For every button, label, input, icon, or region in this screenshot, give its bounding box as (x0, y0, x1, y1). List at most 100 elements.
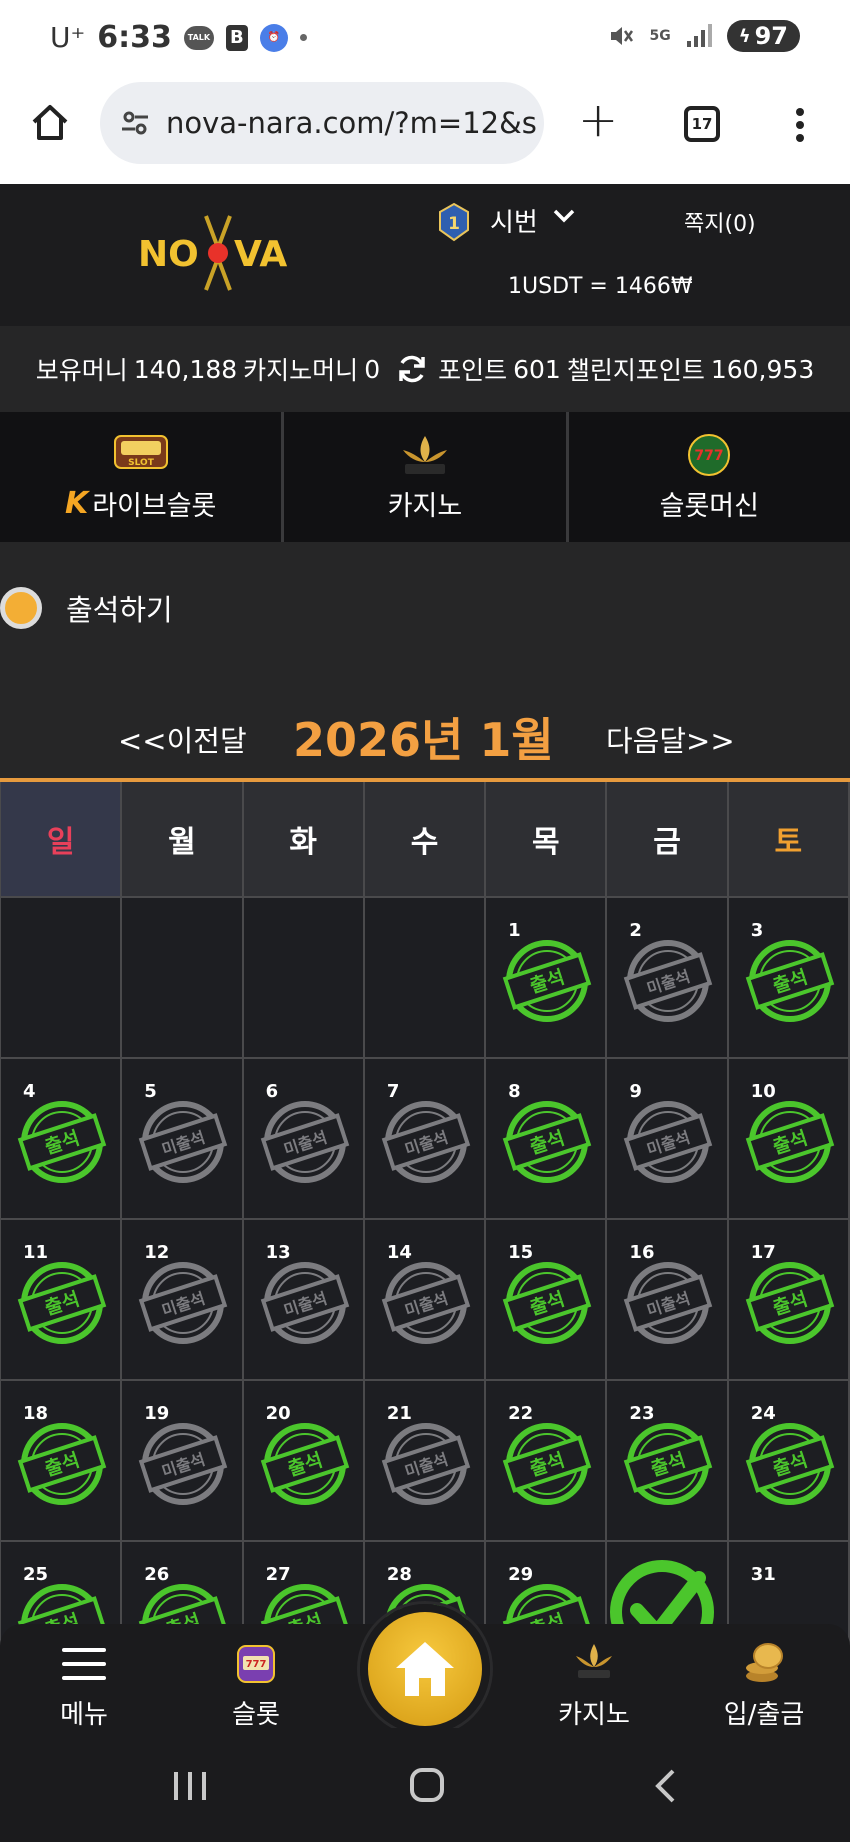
b-app-icon: B (225, 24, 248, 51)
calendar-day-cell[interactable]: 24 출석 (728, 1381, 850, 1542)
tab-switcher-button[interactable]: 17 (684, 106, 720, 142)
signal-icon (686, 24, 712, 47)
missed-stamp-icon: 미출석 (260, 1262, 349, 1344)
tab-live-slot-label: 라이브슬롯 (92, 490, 217, 522)
rank-badge-icon: 1 (439, 202, 469, 242)
calendar-day-cell[interactable]: 22 출석 (486, 1381, 608, 1542)
status-bar: U⁺ 6:33 TALK B ⏰ 5G ϟ 97 (0, 0, 850, 78)
calendar-day-cell (122, 898, 244, 1059)
attendance-heading: 출석하기 (0, 580, 173, 636)
back-icon[interactable] (654, 1768, 676, 1804)
url-text: nova-nara.com/?m=12&s (166, 106, 537, 140)
attended-stamp-icon: 출석 (624, 1423, 713, 1505)
calendar-day-cell[interactable]: 2 미출석 (607, 898, 729, 1059)
attended-stamp-icon: 출석 (502, 1262, 592, 1344)
nav-menu-label: 메뉴 (60, 1700, 108, 1730)
missed-stamp-icon: 미출석 (381, 1101, 471, 1183)
calendar-day-cell[interactable]: 1 출석 (486, 898, 608, 1059)
cash-label: 보유머니 (35, 356, 128, 385)
missed-stamp-icon: 미출석 (381, 1262, 471, 1344)
live-slot-icon: SLOT (113, 434, 168, 469)
prev-month-link[interactable]: <<이전달 (118, 718, 247, 760)
month-navigation: <<이전달 2026년 1월 다음달>> (0, 702, 850, 767)
talk-icon: TALK (183, 25, 214, 50)
nav-slot[interactable]: 777 슬롯 (196, 1642, 316, 1731)
refresh-icon[interactable] (396, 353, 428, 385)
username[interactable]: 시번 (490, 202, 538, 239)
calendar-day-cell[interactable]: 9 미출석 (607, 1059, 729, 1220)
calendar-day-cell[interactable]: 14 미출석 (364, 1220, 487, 1381)
nav-deposit-withdraw-label: 입/출금 (723, 1700, 805, 1730)
tab-live-slot[interactable]: SLOT K 라이브슬롯 (0, 412, 282, 542)
k-icon: K (64, 485, 89, 521)
tab-casino[interactable]: 카지노 (284, 412, 566, 542)
address-bar[interactable]: nova-nara.com/?m=12&s (100, 82, 544, 164)
nav-menu[interactable]: 메뉴 (24, 1642, 144, 1731)
page-title: 출석하기 (66, 593, 173, 627)
attended-stamp-icon: 출석 (745, 1262, 834, 1344)
calendar-day-cell[interactable]: 5 미출석 (122, 1059, 244, 1220)
tab-slot-machine-label: 슬롯머신 (659, 490, 759, 522)
browser-toolbar: nova-nara.com/?m=12&s + 17 (0, 78, 850, 184)
new-tab-icon[interactable]: + (578, 92, 618, 148)
nav-slot-label: 슬롯 (232, 1700, 280, 1730)
recent-apps-icon[interactable] (170, 1770, 210, 1802)
attended-stamp-icon: 출석 (745, 940, 834, 1022)
tab-casino-label: 카지노 (387, 490, 463, 522)
calendar-day-cell[interactable]: 20 출석 (243, 1381, 365, 1542)
attended-stamp-icon: 출석 (17, 1101, 107, 1183)
more-notifications-icon (299, 34, 307, 41)
calendar-day-cell[interactable]: 21 미출석 (364, 1381, 487, 1542)
calendar-day-cell[interactable]: 19 미출석 (122, 1381, 244, 1542)
month-title: 2026년 1월 (293, 713, 554, 767)
calendar-day-cell[interactable]: 6 미출석 (243, 1059, 365, 1220)
casino-money-value: 0 (364, 354, 381, 384)
attended-stamp-icon: 출석 (17, 1262, 107, 1344)
calendar-day-cell[interactable]: 8 출석 (486, 1059, 608, 1220)
day-number: 31 (750, 1564, 776, 1585)
calendar-day-cell[interactable]: 4 출석 (1, 1059, 123, 1220)
tab-count: 17 (691, 115, 713, 133)
nav-casino[interactable]: 카지노 (534, 1642, 654, 1731)
svg-text:777: 777 (246, 1659, 267, 1670)
point-value: 601 (513, 354, 561, 384)
tab-slot-machine[interactable]: 777 슬롯머신 (568, 412, 850, 542)
calendar-day-cell[interactable]: 11 출석 (1, 1220, 123, 1381)
clock: 6:33 (97, 20, 172, 55)
missed-stamp-icon: 미출석 (624, 1262, 713, 1344)
missed-stamp-icon: 미출석 (139, 1423, 228, 1505)
browser-home-icon[interactable] (28, 100, 72, 144)
cash-value: 140,188 (133, 354, 238, 384)
attended-stamp-icon: 출석 (502, 940, 592, 1022)
exchange-rate: 1USDT = 1466₩ (508, 274, 693, 299)
calendar-day-cell[interactable]: 13 미출석 (243, 1220, 365, 1381)
missed-stamp-icon: 미출석 (260, 1101, 349, 1183)
next-month-link[interactable]: 다음달>> (606, 718, 735, 760)
nova-logo[interactable]: NO VA (138, 208, 298, 298)
calendar-day-cell[interactable]: 16 미출석 (607, 1220, 729, 1381)
mute-icon (611, 27, 634, 45)
calendar-day-cell[interactable]: 10 출석 (728, 1059, 850, 1220)
chevron-down-icon[interactable] (552, 206, 576, 226)
calendar-day-cell[interactable]: 23 출석 (607, 1381, 729, 1542)
system-home-icon[interactable] (410, 1768, 444, 1802)
calendar-day-cell[interactable]: 12 미출석 (122, 1220, 244, 1381)
calendar-day-cell[interactable]: 3 출석 (728, 898, 850, 1059)
battery-level: 97 (754, 22, 788, 50)
calendar-day-cell[interactable]: 7 미출석 (364, 1059, 487, 1220)
site-settings-icon[interactable] (120, 108, 150, 138)
memo-link[interactable]: 쪽지(0) (684, 206, 756, 238)
challenge-point-label: 챌린지포인트 (566, 356, 705, 385)
nav-deposit-withdraw[interactable]: 입/출금 (704, 1642, 824, 1731)
777-slots-icon: 777 (688, 433, 731, 476)
category-tabs: SLOT K 라이브슬롯 카지노 777 슬롯머신 (0, 412, 850, 542)
attended-stamp-icon: 출석 (502, 1423, 592, 1505)
calendar-day-cell[interactable]: 17 출석 (728, 1220, 850, 1381)
calendar-day-cell[interactable]: 18 출석 (1, 1381, 123, 1542)
calendar-day-cell[interactable]: 15 출석 (486, 1220, 608, 1381)
calendar-grid: 1 출석 2 미출석 3 출석 4 출석 5 미출석 6 미출석 7 미출석 8 출석 9 미출석 10 출석 11 출석… (0, 898, 850, 1703)
more-menu-icon[interactable] (796, 108, 804, 147)
point-label: 포인트 (438, 356, 508, 385)
svg-text:VA: VA (234, 234, 287, 275)
home-button[interactable] (360, 1604, 490, 1734)
